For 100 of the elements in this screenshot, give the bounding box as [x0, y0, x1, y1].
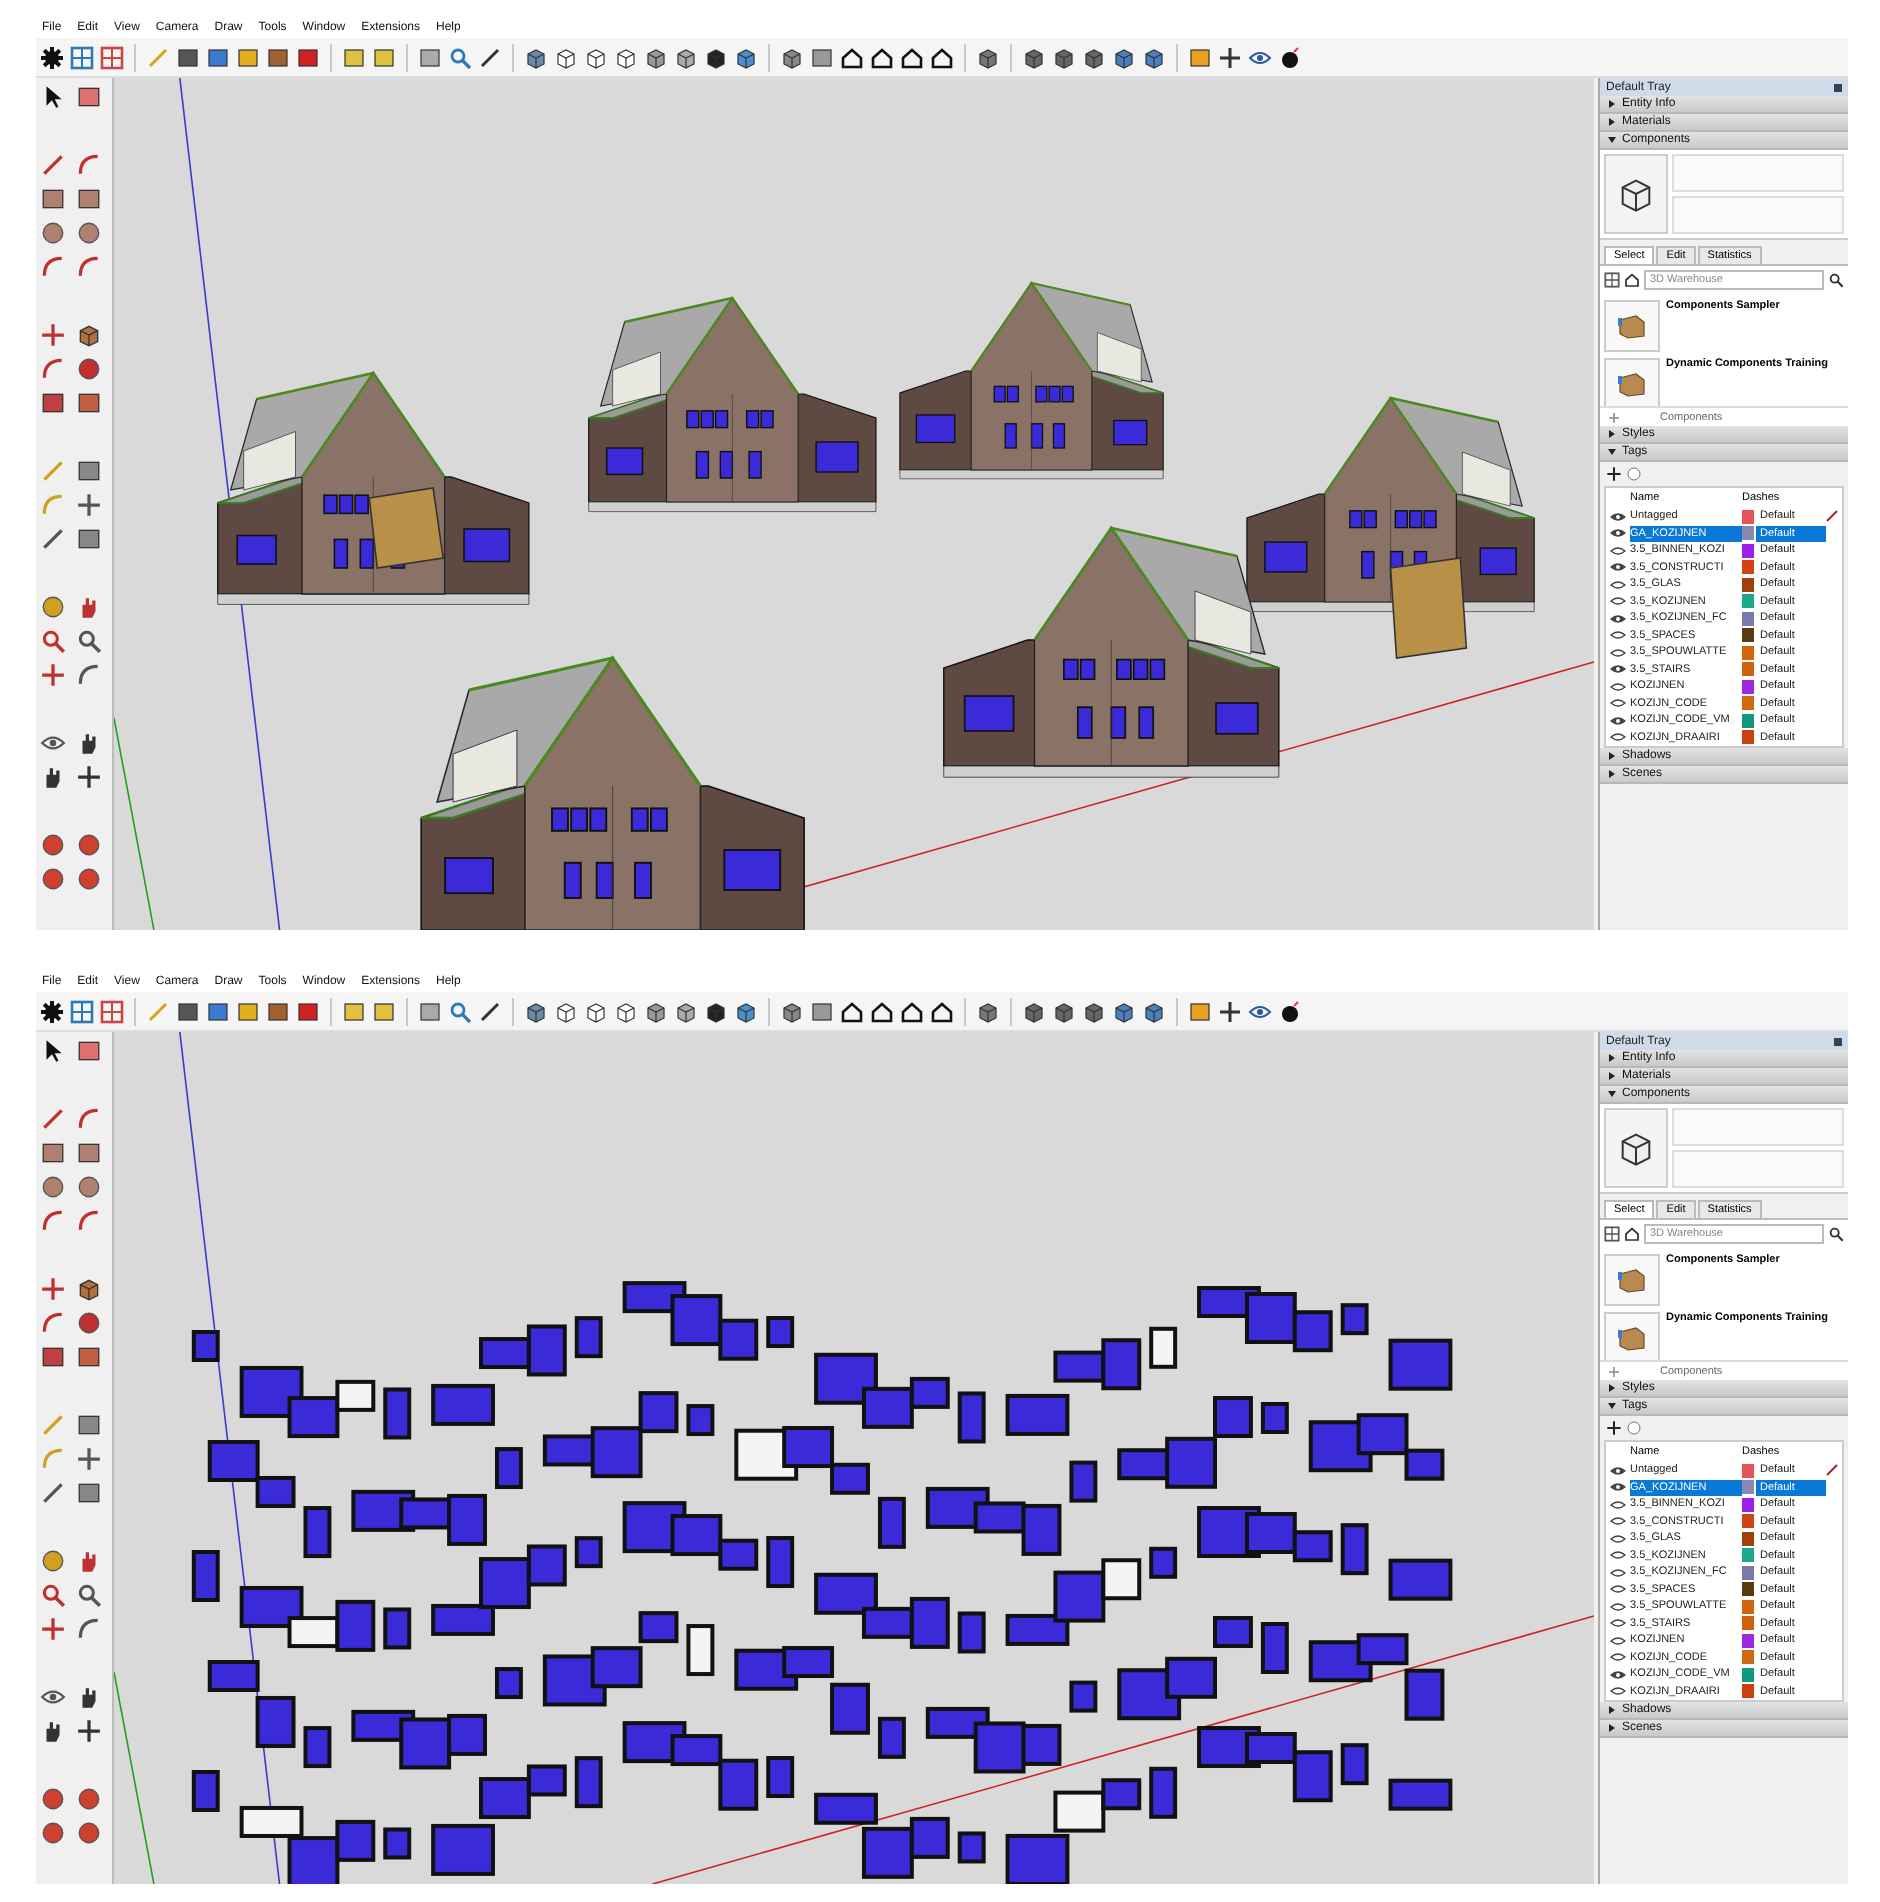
house-icon[interactable] — [900, 999, 924, 1023]
tag-color-swatch[interactable] — [1742, 1497, 1754, 1512]
arc-icon[interactable] — [76, 254, 102, 280]
sphere-icon[interactable] — [40, 1820, 66, 1846]
sphere-icon[interactable] — [40, 1786, 66, 1812]
eye-outline-icon[interactable] — [1610, 1584, 1626, 1595]
cube-icon[interactable] — [524, 999, 548, 1023]
tag-color-swatch[interactable] — [1742, 628, 1754, 643]
tag-color-swatch[interactable] — [1742, 1616, 1754, 1631]
cube-icon[interactable] — [734, 45, 758, 69]
cube-icon[interactable] — [584, 999, 608, 1023]
settings-icon[interactable] — [40, 999, 64, 1023]
cube-icon[interactable] — [1112, 45, 1136, 69]
cube-icon[interactable] — [584, 45, 608, 69]
push-pull-icon[interactable] — [76, 322, 102, 348]
sphere-icon[interactable] — [76, 1820, 102, 1846]
tag-color-swatch[interactable] — [1742, 1531, 1754, 1546]
description-field[interactable] — [1672, 1150, 1844, 1188]
circle-icon[interactable] — [40, 220, 66, 246]
cube-icon[interactable] — [734, 999, 758, 1023]
house-icon[interactable] — [900, 45, 924, 69]
house-icon[interactable] — [840, 45, 864, 69]
eye-outline-icon[interactable] — [1610, 545, 1626, 556]
plus-icon[interactable] — [1608, 1365, 1620, 1377]
grid-icon[interactable] — [70, 45, 94, 69]
eye-outline-icon[interactable] — [1610, 1618, 1626, 1629]
cube-icon[interactable] — [644, 999, 668, 1023]
grid-icon[interactable] — [70, 999, 94, 1023]
tag-color-swatch[interactable] — [1742, 1548, 1754, 1563]
tag-color-swatch[interactable] — [1742, 526, 1754, 541]
eye-icon[interactable] — [1610, 664, 1626, 675]
arc-icon[interactable] — [40, 254, 66, 280]
eye-outline-icon[interactable] — [1610, 732, 1626, 743]
eye-icon[interactable] — [1610, 1669, 1626, 1680]
zoom-window-icon[interactable] — [76, 628, 102, 654]
house-icon[interactable] — [840, 999, 864, 1023]
cube-icon[interactable] — [1142, 45, 1166, 69]
tag-color-swatch[interactable] — [1742, 696, 1754, 711]
eye-outline-icon[interactable] — [1610, 1550, 1626, 1561]
cube-icon[interactable] — [1082, 999, 1106, 1023]
house-icon[interactable] — [870, 45, 894, 69]
cube-icon[interactable] — [1112, 999, 1136, 1023]
eye-icon[interactable] — [1610, 1465, 1626, 1476]
tag-color-swatch[interactable] — [1742, 594, 1754, 609]
tag-color-swatch[interactable] — [1742, 1565, 1754, 1580]
component-thumbnail[interactable] — [1604, 300, 1660, 352]
sphere-icon[interactable] — [76, 866, 102, 892]
home-icon[interactable] — [1624, 272, 1640, 288]
plus-icon[interactable] — [1608, 411, 1620, 423]
cube-icon[interactable] — [614, 45, 638, 69]
cube-icon[interactable] — [780, 999, 804, 1023]
component-thumbnail[interactable] — [1604, 1254, 1660, 1306]
eye-outline-icon[interactable] — [1610, 1635, 1626, 1646]
sphere-icon[interactable] — [76, 1786, 102, 1812]
settings-icon[interactable] — [40, 45, 64, 69]
grid-icon[interactable] — [100, 45, 124, 69]
tag-color-swatch[interactable] — [1742, 679, 1754, 694]
eye-icon[interactable] — [1610, 562, 1626, 573]
eye-outline-icon[interactable] — [1610, 630, 1626, 641]
component-thumbnail[interactable] — [1604, 1312, 1660, 1360]
cube-icon[interactable] — [614, 999, 638, 1023]
cube-icon[interactable] — [554, 45, 578, 69]
view-options-icon[interactable] — [1604, 1226, 1620, 1242]
model-viewport[interactable] — [112, 78, 1594, 930]
eye-icon[interactable] — [1610, 528, 1626, 539]
cube-icon[interactable] — [976, 999, 1000, 1023]
add-icon[interactable] — [1606, 466, 1622, 482]
arc-icon[interactable] — [40, 1208, 66, 1234]
cube-icon[interactable] — [554, 999, 578, 1023]
eye-outline-icon[interactable] — [1610, 1516, 1626, 1527]
pin-icon[interactable] — [1834, 1037, 1842, 1045]
zoom-icon[interactable] — [40, 1582, 66, 1608]
cube-icon[interactable] — [524, 45, 548, 69]
eye-icon[interactable] — [1610, 511, 1626, 522]
eye-outline-icon[interactable] — [1610, 647, 1626, 658]
eye-outline-icon[interactable] — [1610, 1499, 1626, 1510]
tag-color-swatch[interactable] — [1742, 662, 1754, 677]
cube-icon[interactable] — [644, 45, 668, 69]
tag-color-swatch[interactable] — [1742, 1514, 1754, 1529]
rectangle-icon[interactable] — [40, 1140, 66, 1166]
tag-color-swatch[interactable] — [1742, 645, 1754, 660]
add-icon[interactable] — [1606, 1420, 1622, 1436]
home-icon[interactable] — [1624, 1226, 1640, 1242]
grid-icon[interactable] — [100, 999, 124, 1023]
tag-color-swatch[interactable] — [1742, 1650, 1754, 1665]
tag-color-swatch[interactable] — [1742, 730, 1754, 745]
cube-icon[interactable] — [1616, 1128, 1656, 1168]
tag-color-swatch[interactable] — [1742, 543, 1754, 558]
eye-outline-icon[interactable] — [1610, 698, 1626, 709]
sphere-icon[interactable] — [40, 866, 66, 892]
cube-icon[interactable] — [976, 45, 1000, 69]
component-thumbnail[interactable] — [1604, 358, 1660, 406]
eye-outline-icon[interactable] — [1610, 1686, 1626, 1697]
move-icon[interactable] — [40, 1276, 66, 1302]
tag-color-swatch[interactable] — [1742, 1684, 1754, 1699]
eye-outline-icon[interactable] — [1610, 579, 1626, 590]
eye-icon[interactable] — [1610, 613, 1626, 624]
cube-icon[interactable] — [1616, 174, 1656, 214]
zoom-icon[interactable] — [448, 45, 472, 69]
tag-color-swatch[interactable] — [1742, 1463, 1754, 1478]
